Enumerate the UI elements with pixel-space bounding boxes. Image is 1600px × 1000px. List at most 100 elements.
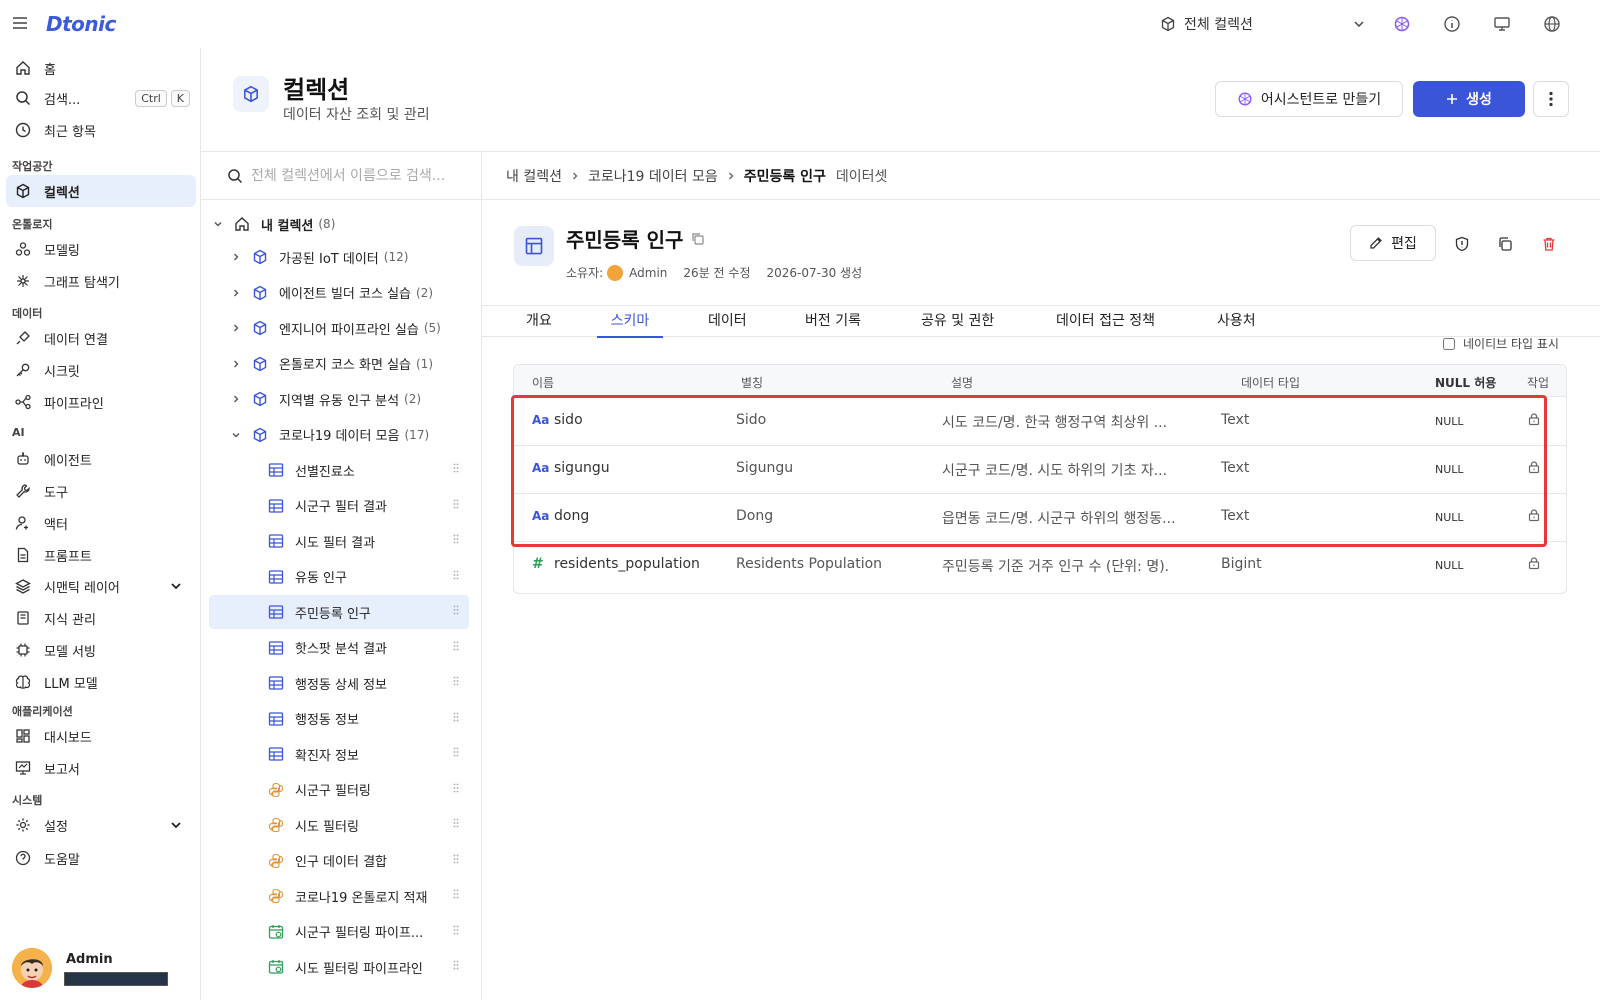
lock-icon[interactable]	[1527, 556, 1541, 570]
drag-handle-icon[interactable]	[453, 570, 459, 580]
drag-handle-icon[interactable]	[453, 641, 459, 651]
nav-settings[interactable]: 설정	[6, 809, 196, 841]
breadcrumb-item[interactable]: 코로나19 데이터 모음	[588, 166, 718, 186]
tree-item-table[interactable]: 핫스팟 분석 결과	[209, 631, 469, 665]
drag-handle-icon[interactable]	[453, 676, 459, 686]
tree-item-table[interactable]: 확진자 정보	[209, 737, 469, 771]
tab-schema[interactable]: 스키마	[597, 310, 663, 338]
breadcrumb-item[interactable]: 내 컬렉션	[506, 166, 562, 186]
menu-icon[interactable]	[12, 16, 28, 30]
chevron-right-icon[interactable]	[229, 394, 243, 404]
monitor-icon[interactable]	[1492, 14, 1512, 34]
nav-prompt[interactable]: 프롬프트	[6, 539, 196, 571]
trash-icon[interactable]	[1538, 233, 1560, 255]
nav-collections[interactable]: 컬렉션	[6, 175, 196, 207]
drag-handle-icon[interactable]	[453, 747, 459, 757]
nav-home[interactable]: 홈	[6, 52, 196, 84]
tree-item-python[interactable]: 코로나19 온톨로지 적재	[209, 879, 469, 913]
create-with-assistant-button[interactable]: 어시스턴트로 만들기	[1215, 81, 1403, 117]
shield-icon[interactable]	[1451, 233, 1473, 255]
tree-item-table[interactable]: 시군구 필터 결과	[209, 489, 469, 523]
collection-selector[interactable]: 전체 컬렉션	[1160, 12, 1366, 36]
edit-button[interactable]: 편집	[1350, 225, 1436, 261]
drag-handle-icon[interactable]	[453, 534, 459, 544]
tab-sharing[interactable]: 공유 및 권한	[921, 310, 994, 338]
tree-item-table[interactable]: 주민등록 인구	[209, 595, 469, 629]
tab-version-history[interactable]: 버전 기록	[805, 310, 861, 338]
drag-handle-icon[interactable]	[453, 499, 459, 509]
duplicate-icon[interactable]	[1494, 233, 1516, 255]
native-type-checkbox[interactable]	[1443, 337, 1455, 350]
chevron-right-icon[interactable]	[229, 288, 243, 298]
drag-handle-icon[interactable]	[453, 925, 459, 935]
nav-search[interactable]: 검색... Ctrl K	[6, 82, 196, 114]
lock-icon[interactable]	[1527, 508, 1541, 522]
tree-search-input[interactable]	[251, 167, 471, 184]
tree-item-pipeline[interactable]: 시도 필터링 파이프라인	[209, 950, 469, 984]
tree-folder[interactable]: 코로나19 데이터 모음 (17)	[229, 418, 429, 452]
nav-recent[interactable]: 최근 항목	[6, 114, 196, 146]
nav-graph-explorer[interactable]: 그래프 탐색기	[6, 265, 196, 297]
chevron-right-icon[interactable]	[229, 252, 243, 262]
nav-agent[interactable]: 에이전트	[6, 443, 196, 475]
user-profile[interactable]: Admin	[12, 948, 192, 990]
nav-semantic-layer[interactable]: 시맨틱 레이어	[6, 570, 196, 602]
drag-handle-icon[interactable]	[453, 463, 459, 473]
tab-access-policy[interactable]: 데이터 접근 정책	[1056, 310, 1155, 338]
nav-llm-model[interactable]: LLM 모델	[6, 666, 196, 698]
chevron-down-icon[interactable]	[211, 219, 225, 229]
tree-item-table[interactable]: 선별진료소	[209, 453, 469, 487]
nav-model-serving[interactable]: 모델 서빙	[6, 634, 196, 666]
ai-assistant-icon[interactable]	[1392, 14, 1412, 34]
drag-handle-icon[interactable]	[453, 783, 459, 793]
table-row[interactable]: Aa sido Sido 시도 코드/명. 한국 행정구역 최상위 ... Text NU…	[514, 397, 1566, 446]
drag-handle-icon[interactable]	[453, 960, 459, 970]
tree-item-python[interactable]: 인구 데이터 결합	[209, 844, 469, 878]
globe-icon[interactable]	[1542, 14, 1562, 34]
tree-item-python[interactable]: 시군구 필터링	[209, 773, 469, 807]
native-type-toggle[interactable]: 네이티브 타입 표시	[1443, 335, 1559, 352]
nav-data-connection[interactable]: 데이터 연결	[6, 322, 196, 354]
nav-reports[interactable]: 보고서	[6, 752, 196, 784]
chevron-down-icon[interactable]	[229, 430, 243, 440]
table-row[interactable]: Aa sigungu Sigungu 시군구 코드/명. 시도 하위의 기초 자...…	[514, 445, 1566, 494]
app-logo[interactable]: Dtonic	[46, 12, 116, 36]
tree-folder[interactable]: 지역별 유동 인구 분석 (2)	[229, 382, 421, 416]
chevron-right-icon[interactable]	[229, 323, 243, 333]
tree-item-table[interactable]: 행정동 상세 정보	[209, 666, 469, 700]
tab-data[interactable]: 데이터	[708, 310, 747, 338]
nav-secrets[interactable]: 시크릿	[6, 354, 196, 386]
tree-item-table[interactable]: 행정동 정보	[209, 702, 469, 736]
drag-handle-icon[interactable]	[453, 712, 459, 722]
tab-usage[interactable]: 사용처	[1217, 310, 1256, 338]
lock-icon[interactable]	[1527, 460, 1541, 474]
more-options-button[interactable]	[1533, 81, 1569, 117]
copy-icon[interactable]	[691, 232, 705, 246]
nav-tools[interactable]: 도구	[6, 475, 196, 507]
nav-knowledge[interactable]: 지식 관리	[6, 602, 196, 634]
drag-handle-icon[interactable]	[453, 854, 459, 864]
nav-modeling[interactable]: 모델링	[6, 233, 196, 265]
tree-item-table[interactable]: 시도 필터 결과	[209, 524, 469, 558]
nav-actor[interactable]: 액터	[6, 507, 196, 539]
tree-item-python[interactable]: 시도 필터링	[209, 808, 469, 842]
nav-help[interactable]: 도움말	[6, 842, 196, 874]
drag-handle-icon[interactable]	[453, 889, 459, 899]
nav-dashboard[interactable]: 대시보드	[6, 720, 196, 752]
table-row[interactable]: # residents_population Residents Populatio…	[514, 541, 1566, 590]
drag-handle-icon[interactable]	[453, 818, 459, 828]
info-icon[interactable]	[1442, 14, 1462, 34]
tree-item-pipeline[interactable]: 시군구 필터링 파이프...	[209, 915, 469, 949]
create-button[interactable]: 생성	[1413, 81, 1525, 117]
tree-folder[interactable]: 에이전트 빌더 코스 실습 (2)	[229, 276, 433, 310]
tree-folder[interactable]: 가공된 IoT 데이터 (12)	[229, 240, 408, 274]
tree-root-my-collections[interactable]: 내 컬렉션 (8)	[211, 207, 335, 241]
tab-overview[interactable]: 개요	[526, 310, 552, 338]
table-row[interactable]: Aa dong Dong 읍면동 코드/명. 시군구 하위의 행정동... Text NU…	[514, 493, 1566, 542]
drag-handle-icon[interactable]	[453, 605, 459, 615]
chevron-right-icon[interactable]	[229, 359, 243, 369]
tree-folder[interactable]: 엔지니어 파이프라인 실습 (5)	[229, 311, 441, 345]
lock-icon[interactable]	[1527, 412, 1541, 426]
tree-item-table[interactable]: 유동 인구	[209, 560, 469, 594]
tree-folder[interactable]: 온톨로지 코스 화면 실습 (1)	[229, 347, 433, 381]
